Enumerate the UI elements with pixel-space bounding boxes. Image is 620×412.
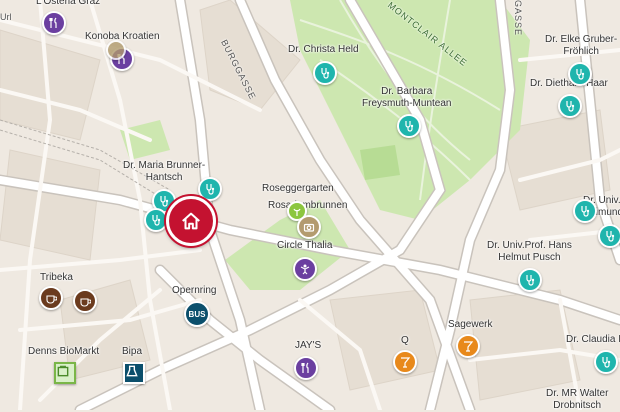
place-label-sagewerk: Sagewerk (448, 319, 493, 330)
home-icon[interactable] (166, 196, 216, 246)
place-label-jays: JAY'S (295, 340, 322, 351)
theatre-icon[interactable] (293, 257, 317, 281)
place-label-maria: Dr. Maria Brunner- Hantsch (123, 160, 206, 183)
place-label-konoba: Konoba Kroatien (85, 31, 160, 42)
cocktail-icon[interactable] (393, 350, 417, 374)
camera-icon[interactable] (297, 215, 321, 239)
place-label-osteria: L'Osteria Graz (36, 0, 101, 7)
stethoscope-icon[interactable] (313, 61, 337, 85)
fork-knife-icon[interactable] (42, 11, 66, 35)
place-label-christa: Dr. Christa Held (288, 44, 359, 55)
bus-stop-icon[interactable]: BUS (184, 301, 210, 327)
cocktail-icon[interactable] (456, 334, 480, 358)
place-label-barbara: Dr. Barbara Freysmuth-Muntean (362, 86, 452, 109)
place-label-elke: Dr. Elke Gruber- Fröhlich (545, 34, 618, 57)
place-label-rosarium: Rosariumbrunnen (268, 200, 348, 211)
stethoscope-icon[interactable] (558, 94, 582, 118)
place-label-denns: Denns BioMarkt (28, 346, 100, 357)
grocery-icon[interactable] (54, 362, 76, 384)
street-label-url: Url (0, 12, 12, 22)
place-label-hans: Dr. Univ.Prof. Hans Helmut Pusch (487, 240, 572, 263)
street-label-gasse: GASSE (513, 0, 523, 37)
place-label-rosegger: Roseggergarten (262, 183, 334, 194)
stethoscope-icon[interactable] (568, 62, 592, 86)
place-label-thalia: Circle Thalia (277, 240, 333, 251)
place-label-opernring: Opernring (172, 285, 217, 296)
place-label-claudia: Dr. Claudia I (566, 334, 620, 345)
coffee-cup-icon[interactable] (73, 289, 97, 313)
fork-knife-icon[interactable] (294, 356, 318, 380)
stethoscope-icon[interactable] (573, 199, 597, 223)
restaurant-faded-icon[interactable] (106, 40, 126, 60)
coffee-cup-icon[interactable] (39, 286, 63, 310)
stethoscope-icon[interactable] (594, 350, 618, 374)
place-label-walter: Dr. MR Walter Drobnitsch (546, 388, 609, 411)
stethoscope-icon[interactable] (518, 268, 542, 292)
drugstore-icon[interactable] (123, 362, 145, 384)
place-label-tribeka: Tribeka (40, 272, 73, 283)
place-label-bipa: Bipa (122, 346, 143, 357)
stethoscope-icon[interactable] (397, 114, 421, 138)
stethoscope-icon[interactable] (598, 224, 620, 248)
place-label-q: Q (401, 335, 409, 346)
stethoscope-icon[interactable] (144, 208, 168, 232)
